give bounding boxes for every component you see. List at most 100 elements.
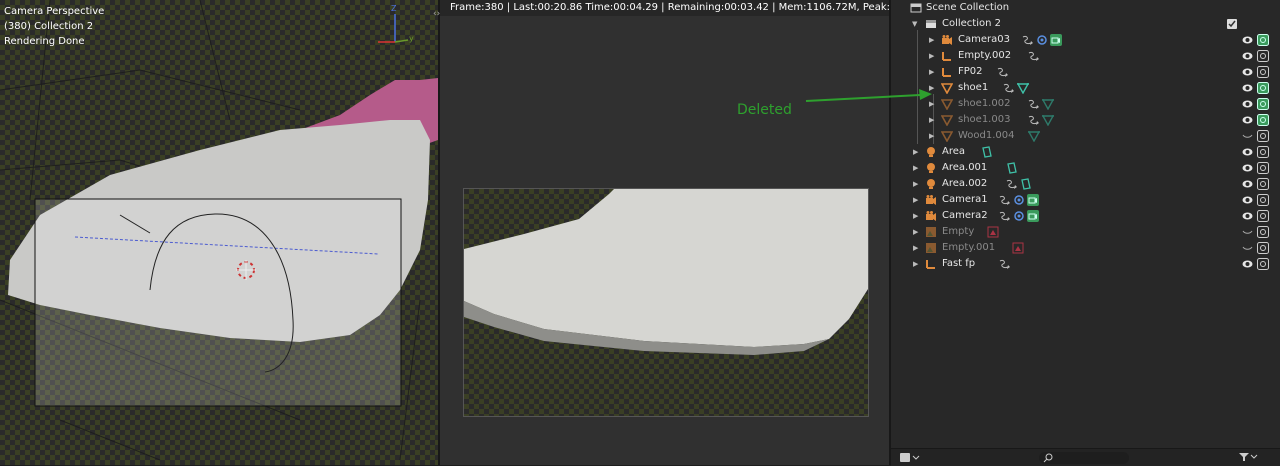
render-camera-icon[interactable] bbox=[1257, 98, 1269, 110]
expand-arrow-icon[interactable]: ▶ bbox=[929, 64, 934, 80]
outliner-row-label: Area.001 bbox=[942, 162, 988, 173]
render-camera-icon[interactable] bbox=[1257, 114, 1269, 126]
outliner-row[interactable]: ▶ Area.002 bbox=[891, 176, 1280, 192]
visibility-eye-icon[interactable] bbox=[1242, 163, 1253, 173]
expand-arrow-icon[interactable]: ▶ bbox=[913, 224, 918, 240]
expand-arrow-icon[interactable]: ▶ bbox=[913, 208, 918, 224]
outliner-row[interactable]: ▶ Camera2 bbox=[891, 208, 1280, 224]
expand-arrow-icon[interactable]: ▶ bbox=[913, 192, 918, 208]
render-camera-icon[interactable] bbox=[1257, 194, 1269, 206]
render-camera-icon[interactable] bbox=[1257, 146, 1269, 158]
expand-arrow-icon[interactable]: ▶ bbox=[929, 32, 934, 48]
light-badge-icon[interactable] bbox=[1020, 178, 1032, 190]
outliner-row-label: Empty.001 bbox=[942, 242, 996, 253]
cam-badge-icon[interactable] bbox=[1036, 34, 1048, 46]
const-badge-icon[interactable] bbox=[1006, 178, 1018, 190]
visibility-eye-icon[interactable] bbox=[1242, 195, 1253, 205]
render-camera-icon[interactable] bbox=[1257, 178, 1269, 190]
visibility-closed-icon[interactable] bbox=[1242, 131, 1253, 141]
outliner-row[interactable]: ▶ shoe1.003 bbox=[891, 112, 1280, 128]
visibility-eye-icon[interactable] bbox=[1242, 83, 1253, 93]
outliner-row-label: Camera1 bbox=[942, 194, 988, 205]
visibility-eye-icon[interactable] bbox=[1242, 211, 1253, 221]
collection-icon bbox=[926, 20, 936, 28]
render-camera-icon[interactable] bbox=[1257, 162, 1269, 174]
expand-arrow-icon[interactable]: ▶ bbox=[929, 48, 934, 64]
expand-arrow-icon[interactable]: ▶ bbox=[913, 176, 918, 192]
outliner-row[interactable]: ▶ Area bbox=[891, 144, 1280, 160]
visibility-eye-icon[interactable] bbox=[1242, 35, 1253, 45]
light-badge-icon[interactable] bbox=[1006, 162, 1018, 174]
meshdata-badge-icon[interactable] bbox=[1017, 82, 1029, 94]
outliner-search-input[interactable] bbox=[1039, 452, 1129, 464]
expand-arrow-icon[interactable]: ▶ bbox=[913, 256, 918, 272]
render-camera-icon[interactable] bbox=[1257, 210, 1269, 222]
visibility-closed-icon[interactable] bbox=[1242, 243, 1253, 253]
meshdata-badge-icon[interactable] bbox=[1042, 98, 1054, 110]
visibility-closed-icon[interactable] bbox=[1242, 227, 1253, 237]
render-result-area[interactable]: Frame:380 | Last:00:20.86 Time:00:04.29 … bbox=[440, 0, 890, 465]
visibility-eye-icon[interactable] bbox=[1242, 259, 1253, 269]
visibility-eye-icon[interactable] bbox=[1242, 67, 1253, 77]
const-badge-icon[interactable] bbox=[1028, 114, 1040, 126]
const-badge-icon[interactable] bbox=[1028, 50, 1040, 62]
filter-icon[interactable] bbox=[1238, 452, 1258, 462]
cam-badge-icon[interactable] bbox=[1013, 194, 1025, 206]
render-camera-icon[interactable] bbox=[1257, 258, 1269, 270]
render-camera-icon[interactable] bbox=[1257, 34, 1269, 46]
cam-badge-icon[interactable] bbox=[1013, 210, 1025, 222]
render-camera-icon[interactable] bbox=[1257, 50, 1269, 62]
viewport-collection-label: (380) Collection 2 bbox=[4, 21, 94, 32]
outliner-row[interactable]: ▶ Camera1 bbox=[891, 192, 1280, 208]
outliner-row[interactable]: ▶ Empty.002 bbox=[891, 48, 1280, 64]
display-mode-icon[interactable] bbox=[899, 451, 921, 464]
render-camera-icon[interactable] bbox=[1257, 82, 1269, 94]
outliner-row[interactable]: ▶ shoe1 bbox=[891, 80, 1280, 96]
const-badge-icon[interactable] bbox=[1028, 98, 1040, 110]
deleted-annotation-label: Deleted bbox=[737, 102, 792, 118]
const-badge-icon[interactable] bbox=[999, 210, 1011, 222]
camdata-badge-icon[interactable] bbox=[1027, 210, 1039, 222]
expand-arrow-icon[interactable]: ▶ bbox=[913, 240, 918, 256]
meshdata-badge-icon[interactable] bbox=[1042, 114, 1054, 126]
checkbox-icon[interactable] bbox=[1227, 19, 1237, 29]
outliner-row[interactable]: ▶ shoe1.002 bbox=[891, 96, 1280, 112]
3d-viewport[interactable]: Camera Perspective (380) Collection 2 Re… bbox=[0, 0, 438, 465]
expand-arrow-icon[interactable]: ▶ bbox=[913, 144, 918, 160]
visibility-eye-icon[interactable] bbox=[1242, 147, 1253, 157]
scene-collection-row[interactable]: Scene Collection bbox=[891, 0, 1280, 16]
render-camera-icon[interactable] bbox=[1257, 130, 1269, 142]
visibility-eye-icon[interactable] bbox=[1242, 179, 1253, 189]
const-badge-icon[interactable] bbox=[1022, 34, 1034, 46]
render-camera-icon[interactable] bbox=[1257, 66, 1269, 78]
render-camera-icon[interactable] bbox=[1257, 242, 1269, 254]
const-badge-icon[interactable] bbox=[999, 258, 1011, 270]
outliner-row[interactable]: ▶ Empty.001 bbox=[891, 240, 1280, 256]
outliner-row[interactable]: ▶ Wood1.004 bbox=[891, 128, 1280, 144]
collection-row[interactable]: ▼ Collection 2 bbox=[891, 16, 1280, 32]
meshdata-badge-icon[interactable] bbox=[1028, 130, 1040, 142]
outliner-row[interactable]: ▶ Empty bbox=[891, 224, 1280, 240]
camdata-badge-icon[interactable] bbox=[1050, 34, 1062, 46]
expand-arrow-icon[interactable]: ▶ bbox=[913, 160, 918, 176]
camdata-badge-icon[interactable] bbox=[1027, 194, 1039, 206]
outliner-row[interactable]: ▶ Fast fp bbox=[891, 256, 1280, 272]
const-badge-icon[interactable] bbox=[1003, 82, 1015, 94]
visibility-eye-icon[interactable] bbox=[1242, 51, 1253, 61]
const-badge-icon[interactable] bbox=[997, 66, 1009, 78]
outliner-row[interactable]: ▶ Camera03 bbox=[891, 32, 1280, 48]
outliner-row[interactable]: ▶ FP02 bbox=[891, 64, 1280, 80]
imgdata-badge-icon[interactable] bbox=[987, 226, 999, 238]
visibility-eye-icon[interactable] bbox=[1242, 99, 1253, 109]
expand-arrow-icon[interactable]: ▶ bbox=[929, 128, 934, 144]
expand-arrow-icon[interactable]: ▼ bbox=[912, 16, 917, 32]
render-camera-icon[interactable] bbox=[1257, 226, 1269, 238]
outliner-row-label: Camera03 bbox=[958, 34, 1010, 45]
expand-arrow-icon[interactable]: ▶ bbox=[929, 112, 934, 128]
visibility-eye-icon[interactable] bbox=[1242, 115, 1253, 125]
outliner-footer bbox=[891, 448, 1280, 466]
outliner-row[interactable]: ▶ Area.001 bbox=[891, 160, 1280, 176]
light-badge-icon[interactable] bbox=[981, 146, 993, 158]
imgdata-badge-icon[interactable] bbox=[1012, 242, 1024, 254]
const-badge-icon[interactable] bbox=[999, 194, 1011, 206]
